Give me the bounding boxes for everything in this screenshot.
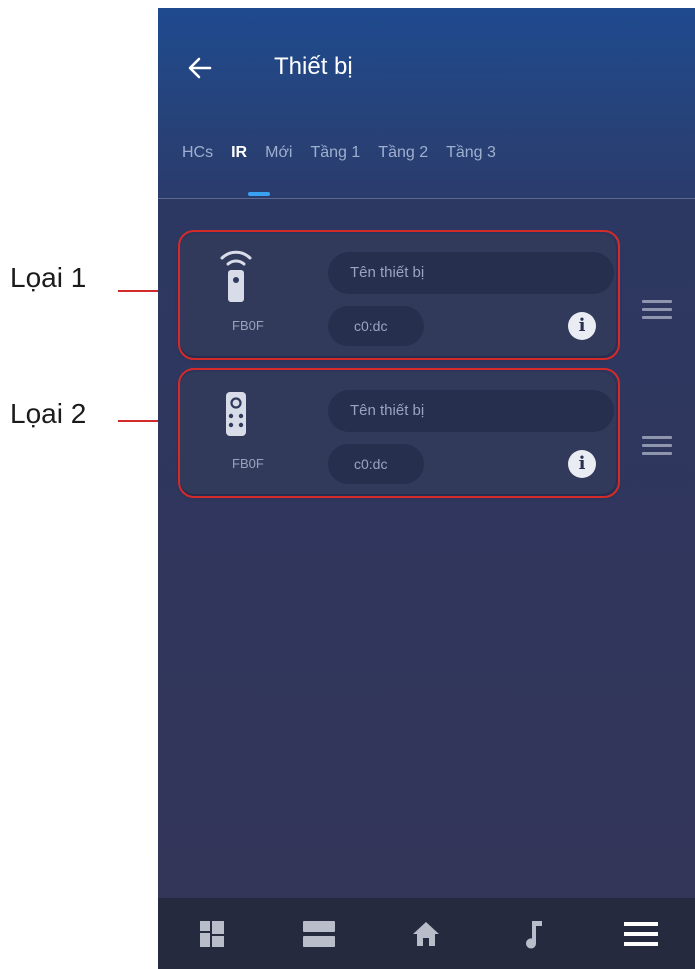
page-title: Thiết bị — [274, 53, 353, 80]
active-tab-indicator — [248, 192, 270, 196]
drag-handle-icon[interactable] — [642, 300, 672, 320]
bottom-nav — [158, 898, 695, 969]
dashboard-icon — [199, 920, 224, 947]
device-mac-badge: c0:dc — [328, 306, 424, 346]
device-name-field[interactable]: Tên thiết bị — [328, 252, 614, 294]
tab-tang-2[interactable]: Tầng 2 — [378, 144, 428, 162]
device-name-placeholder: Tên thiết bị — [350, 402, 425, 419]
nav-dashboard[interactable] — [182, 914, 242, 954]
info-icon: i — [578, 453, 586, 474]
info-icon: i — [578, 315, 586, 336]
device-name-placeholder: Tên thiết bị — [350, 264, 425, 281]
annotation-label: Lọai 2 — [10, 398, 87, 429]
device-card[interactable]: FB0F Tên thiết bị c0:dc i — [180, 234, 616, 356]
home-icon — [413, 921, 440, 946]
drag-handle-icon[interactable] — [642, 436, 672, 456]
app-header: Thiết bị HCs IR Mới Tầng 1 Tầng 2 Tầng 3 — [158, 8, 695, 199]
nav-home[interactable] — [396, 914, 456, 954]
ir-remote-buttons-icon — [226, 392, 246, 436]
tab-ir[interactable]: IR — [231, 144, 247, 162]
device-mac-text: c0:dc — [354, 318, 388, 334]
rooms-icon — [303, 920, 336, 947]
tab-hcs[interactable]: HCs — [182, 144, 213, 162]
device-card[interactable]: FB0F Tên thiết bị c0:dc i — [180, 372, 616, 494]
info-button[interactable]: i — [568, 312, 596, 340]
menu-icon — [624, 921, 659, 946]
annotation-type-2: Lọai 2 — [0, 394, 182, 434]
annotation-type-1: Lọai 1 — [0, 258, 182, 298]
ir-remote-wifi-icon — [220, 250, 252, 302]
back-button[interactable] — [186, 54, 214, 82]
music-icon — [525, 920, 542, 948]
device-mac-text: c0:dc — [354, 456, 388, 472]
app-screen: Thiết bị HCs IR Mới Tầng 1 Tầng 2 Tầng 3… — [158, 8, 695, 969]
tab-bar: HCs IR Mới Tầng 1 Tầng 2 Tầng 3 — [182, 144, 514, 162]
tab-moi[interactable]: Mới — [265, 144, 292, 162]
arrow-left-icon — [188, 57, 212, 79]
device-code: FB0F — [232, 318, 264, 333]
device-code: FB0F — [232, 456, 264, 471]
nav-menu[interactable] — [611, 914, 671, 954]
device-name-field[interactable]: Tên thiết bị — [328, 390, 614, 432]
tab-tang-3[interactable]: Tầng 3 — [446, 144, 496, 162]
tab-tang-1[interactable]: Tầng 1 — [310, 144, 360, 162]
device-mac-badge: c0:dc — [328, 444, 424, 484]
nav-rooms[interactable] — [289, 914, 349, 954]
nav-music[interactable] — [504, 914, 564, 954]
annotation-label: Lọai 1 — [10, 262, 87, 293]
info-button[interactable]: i — [568, 450, 596, 478]
